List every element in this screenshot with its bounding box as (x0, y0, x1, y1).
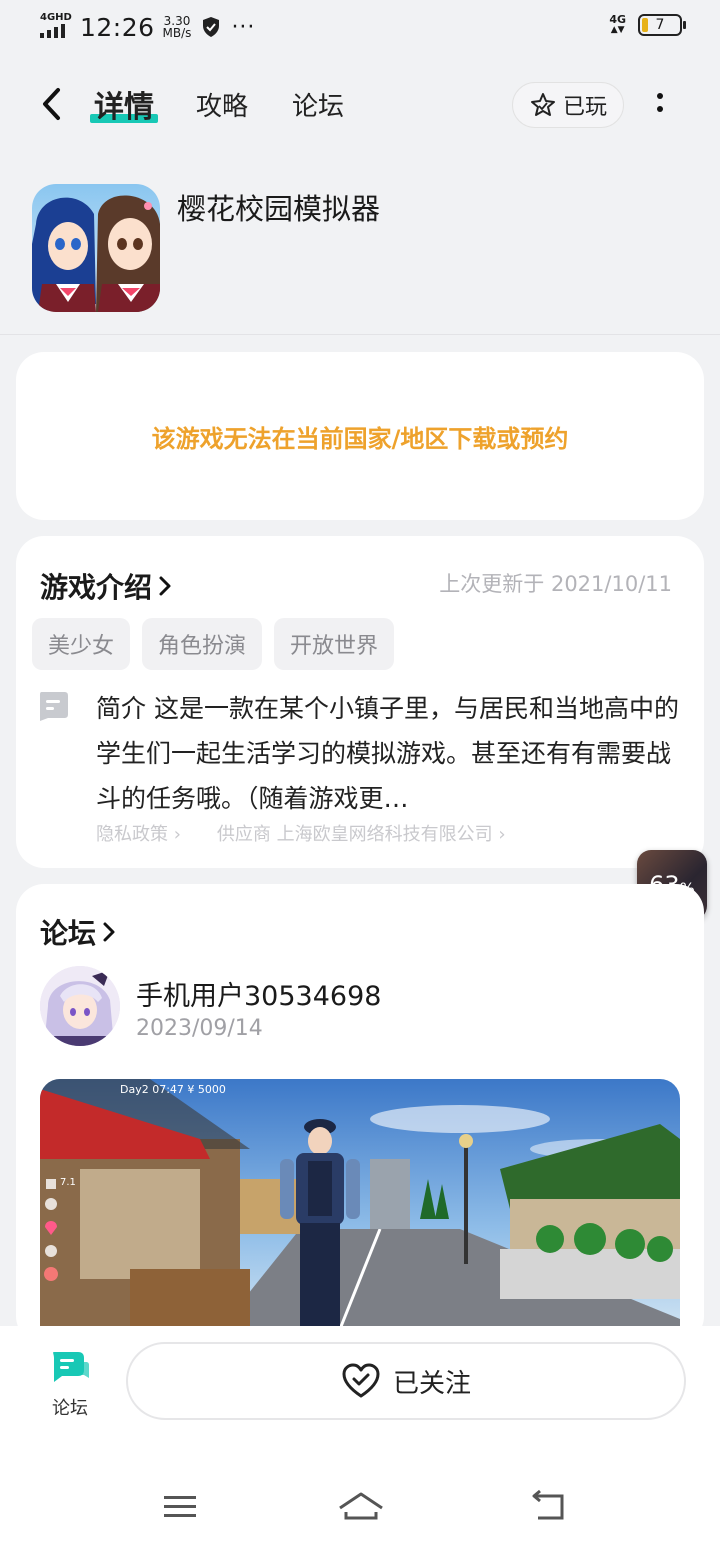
more-notifications-icon: ··· (231, 14, 256, 40)
tag-item[interactable]: 开放世界 (274, 618, 395, 670)
network-speed: 3.30 MB/s (163, 15, 192, 39)
heart-check-icon (342, 1363, 380, 1398)
privacy-policy-label: 隐私政策 (96, 824, 168, 845)
intro-title: 游戏介绍 (40, 571, 153, 604)
app-icon (32, 184, 160, 312)
star-badge-icon (530, 93, 555, 116)
back-icon[interactable] (36, 84, 66, 124)
avatar[interactable] (40, 966, 120, 1046)
played-label: 已玩 (562, 95, 607, 120)
tag-list: 美少女 角色扮演 开放世界 (32, 618, 395, 670)
game-hud-text: Day2 07:47 ¥ 5000 (120, 1083, 226, 1096)
intro-description[interactable]: 简介 这是一款在某个小镇子里，与居民和当地高中的学生们一起生活学习的模拟游戏。甚… (96, 686, 680, 821)
tab-forum-label: 论坛 (292, 92, 345, 122)
last-updated: 上次更新于 2021/10/11 (439, 572, 672, 596)
post-username[interactable]: 手机用户30534698 (136, 974, 381, 1013)
shield-icon (203, 17, 220, 37)
status-time: 12:26 (80, 12, 155, 42)
post-image[interactable]: Day2 07:47 ¥ 5000 7.1 (40, 1079, 680, 1329)
region-notice-text: 该游戏无法在当前国家/地区下载或预约 (151, 424, 569, 453)
bottom-forum-label: 论坛 (52, 1398, 88, 1419)
app-title: 樱花校园模拟器 (177, 192, 381, 226)
top-nav: 详情 攻略 论坛 已玩 (0, 66, 720, 146)
tab-guides[interactable]: 攻略 (196, 86, 248, 123)
region-notice-card: 该游戏无法在当前国家/地区下载或预约 (16, 352, 704, 520)
description-icon (40, 692, 68, 721)
speed-unit: MB/s (162, 26, 192, 40)
menu-icon[interactable] (158, 1486, 202, 1526)
mobile-data-label: 4G (609, 13, 626, 26)
header-divider (0, 334, 720, 335)
bottom-forum-tab[interactable]: 论坛 (40, 1348, 100, 1420)
chevron-right-icon (103, 922, 115, 942)
status-bar: 4GHD 12:26 3.30 MB/s ··· 4G ▲▼ 7 (0, 0, 720, 58)
chevron-right-icon (159, 576, 171, 596)
back-nav-icon[interactable] (526, 1486, 570, 1526)
post-date: 2023/09/14 (136, 1016, 263, 1041)
tag-item[interactable]: 角色扮演 (142, 618, 263, 670)
game-intro-card: 游戏介绍 上次更新于 2021/10/11 美少女 角色扮演 开放世界 简介 这… (16, 536, 704, 868)
home-icon[interactable] (336, 1486, 386, 1526)
intro-links: 隐私政策 › 供应商 上海欧皇网络科技有限公司 › (96, 820, 506, 846)
follow-label: 已关注 (392, 1368, 471, 1399)
follow-button[interactable]: 已关注 (126, 1342, 686, 1420)
forum-card: 论坛 手机用户30534698 2023/09/14 Day2 07:47 ¥ … (16, 884, 704, 1344)
forum-title: 论坛 (40, 917, 97, 950)
privacy-policy-link[interactable]: 隐私政策 › (96, 820, 181, 846)
supplier-label: 供应商 上海欧皇网络科技有限公司 (216, 824, 493, 845)
forum-title-link[interactable]: 论坛 (40, 912, 116, 952)
game-hud-value: 7.1 (60, 1177, 76, 1188)
mobile-data-icon: 4G ▲▼ (609, 13, 626, 35)
tag-item[interactable]: 美少女 (32, 618, 131, 670)
tab-guides-label: 攻略 (196, 92, 249, 122)
network-type: 4GHD (40, 12, 72, 23)
supplier-link[interactable]: 供应商 上海欧皇网络科技有限公司 › (217, 820, 506, 846)
tab-forum[interactable]: 论坛 (292, 86, 344, 123)
battery-icon: 7 (638, 14, 686, 36)
system-nav-bar (0, 1476, 720, 1536)
battery-level: 7 (655, 17, 665, 33)
tab-details[interactable]: 详情 (90, 82, 158, 126)
intro-title-link[interactable]: 游戏介绍 (40, 566, 172, 606)
more-options-icon[interactable] (648, 90, 672, 120)
forum-chat-icon (53, 1352, 89, 1382)
signal-icon: 4GHD (38, 12, 72, 42)
played-button[interactable]: 已玩 (512, 82, 624, 128)
bottom-action-bar: 论坛 已关注 (0, 1326, 720, 1544)
tab-details-label: 详情 (94, 90, 154, 125)
